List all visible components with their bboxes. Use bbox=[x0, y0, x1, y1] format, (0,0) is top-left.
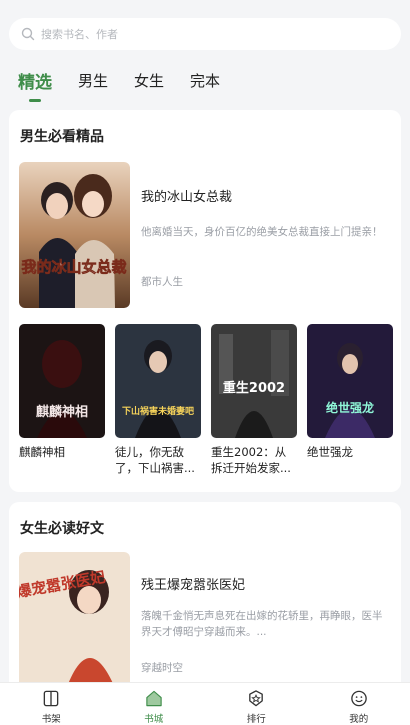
book-title: 重生2002：从拆迁开始发家... bbox=[211, 445, 291, 475]
search-placeholder: 搜索书名、作者 bbox=[41, 28, 118, 41]
nav-bookstore[interactable]: 书城 bbox=[103, 683, 206, 725]
book-item[interactable]: 麒麟神相 麒麟神相 bbox=[19, 324, 105, 460]
nav-label: 书城 bbox=[144, 714, 164, 725]
smiley-icon bbox=[350, 690, 367, 707]
svg-text:下山祸害未婚妻吧: 下山祸害未婚妻吧 bbox=[122, 405, 194, 417]
book-title: 麒麟神相 bbox=[19, 445, 65, 459]
nav-bookshelf[interactable]: 书架 bbox=[0, 683, 103, 725]
book-title: 徒儿，你无敌了，下山祸害... bbox=[115, 445, 195, 475]
book-cover: 重生2002 bbox=[211, 324, 297, 438]
book-grid: 麒麟神相 麒麟神相 下山祸害未婚妻吧 徒儿，你无敌了，下山祸害... 重生200… bbox=[19, 324, 395, 484]
search-icon bbox=[21, 27, 35, 41]
featured-book-tag: 穿越时空 bbox=[141, 662, 183, 674]
featured-book-cover[interactable]: 残王爆宠嚣张医妃 bbox=[19, 552, 130, 692]
nav-label: 排行 bbox=[246, 714, 266, 725]
category-tabs: 精选 男生 女生 完本 bbox=[18, 64, 392, 102]
book-title: 绝世强龙 bbox=[307, 445, 353, 459]
featured-book-title[interactable]: 残王爆宠嚣张医妃 bbox=[141, 574, 245, 593]
featured-cover-text: 我的冰山女总裁 bbox=[21, 258, 126, 276]
featured-book-cover[interactable]: 我的冰山女总裁 bbox=[19, 162, 130, 308]
book-item[interactable]: 重生2002 重生2002：从拆迁开始发家... bbox=[211, 324, 297, 476]
svg-text:麒麟神相: 麒麟神相 bbox=[36, 404, 88, 420]
book-cover: 麒麟神相 bbox=[19, 324, 105, 438]
book-item[interactable]: 绝世强龙 绝世强龙 bbox=[307, 324, 393, 460]
nav-profile[interactable]: 我的 bbox=[308, 683, 410, 725]
bottom-nav: 书架 书城 排行 我的 bbox=[0, 682, 410, 725]
featured-book-title[interactable]: 我的冰山女总裁 bbox=[141, 186, 232, 205]
featured-book-description: 落魄千金悄无声息死在出嫁的花轿里，再睁眼，医半界天才傅昭宁穿越而来。... bbox=[141, 610, 383, 638]
nav-label: 我的 bbox=[349, 714, 369, 725]
nav-ranking[interactable]: 排行 bbox=[205, 683, 308, 725]
rank-badge-icon bbox=[249, 690, 264, 707]
nav-label: 书架 bbox=[41, 714, 61, 725]
male-picks-section: 男生必看精品 我的冰山女总裁 我的冰山女总裁 他离婚当天，身价百亿的绝美女总裁直… bbox=[9, 110, 401, 492]
tab-completed[interactable]: 完本 bbox=[190, 64, 220, 91]
tab-female[interactable]: 女生 bbox=[134, 64, 164, 91]
svg-text:重生2002: 重生2002 bbox=[223, 380, 285, 396]
book-cover: 绝世强龙 bbox=[307, 324, 393, 438]
tab-male[interactable]: 男生 bbox=[78, 64, 108, 91]
female-picks-section: 女生必读好文 残王爆宠嚣张医妃 残王爆宠嚣张医妃 落魄千金悄无声息死在出嫁的花轿… bbox=[9, 502, 401, 692]
book-cover: 下山祸害未婚妻吧 bbox=[115, 324, 201, 438]
section-title: 男生必看精品 bbox=[20, 129, 104, 145]
section-title: 女生必读好文 bbox=[20, 521, 104, 537]
featured-book-description: 他离婚当天，身价百亿的绝美女总裁直接上门提亲！ bbox=[141, 226, 383, 238]
featured-book-tag: 都市人生 bbox=[141, 276, 183, 288]
book-item[interactable]: 下山祸害未婚妻吧 徒儿，你无敌了，下山祸害... bbox=[115, 324, 201, 476]
book-icon bbox=[43, 690, 59, 707]
tab-featured[interactable]: 精选 bbox=[18, 64, 52, 102]
svg-text:绝世强龙: 绝世强龙 bbox=[326, 400, 374, 415]
search-bar[interactable]: 搜索书名、作者 bbox=[9, 18, 401, 50]
home-icon bbox=[146, 690, 162, 707]
